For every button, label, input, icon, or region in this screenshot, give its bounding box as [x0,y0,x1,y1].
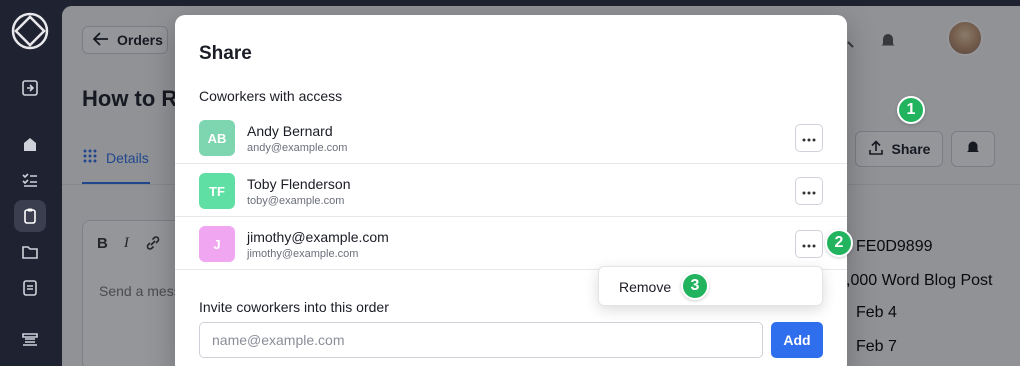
share-modal: Share Coworkers with access AB Andy Bern… [175,15,847,366]
coworker-avatar: TF [199,173,235,209]
coworker-more-options-button[interactable] [795,124,823,152]
invite-coworkers-label: Invite coworkers into this order [199,299,389,315]
remove-menu-item[interactable]: Remove [619,279,671,295]
coworker-name: Andy Bernard [247,123,333,139]
sidebar [0,0,62,366]
coworker-name: jimothy@example.com [247,229,389,245]
coworker-row: J jimothy@example.com jimothy@example.co… [175,217,847,270]
tasks-icon[interactable] [20,170,40,190]
coworker-avatar: J [199,226,235,262]
modal-title: Share [199,43,252,64]
coworker-options-menu: Remove [598,266,823,306]
app-logo-icon[interactable] [10,11,50,51]
coworker-row: TF Toby Flenderson toby@example.com [175,164,847,217]
more-horizontal-icon [802,182,816,200]
coworker-row: AB Andy Bernard andy@example.com [175,111,847,164]
step-badge: 1 [897,96,925,124]
coworkers-with-access-label: Coworkers with access [199,88,343,104]
folder-icon[interactable] [20,242,40,262]
invite-email-input[interactable] [199,322,763,358]
more-horizontal-icon [802,129,816,147]
coworker-email: andy@example.com [247,142,348,154]
coworker-email: jimothy@example.com [247,248,359,260]
list-icon[interactable] [20,330,40,350]
coworker-avatar: AB [199,120,235,156]
orders-icon[interactable] [14,200,46,232]
step-badge: 3 [681,272,709,300]
home-icon[interactable] [20,134,40,154]
add-coworker-button[interactable]: Add [771,322,823,358]
more-horizontal-icon [802,235,816,253]
coworker-more-options-button[interactable] [795,177,823,205]
coworker-more-options-button[interactable] [795,230,823,258]
collapse-sidebar-icon[interactable] [20,78,40,98]
document-icon[interactable] [20,278,40,298]
coworker-name: Toby Flenderson [247,176,351,192]
coworker-email: toby@example.com [247,195,345,207]
step-badge: 2 [825,229,853,257]
